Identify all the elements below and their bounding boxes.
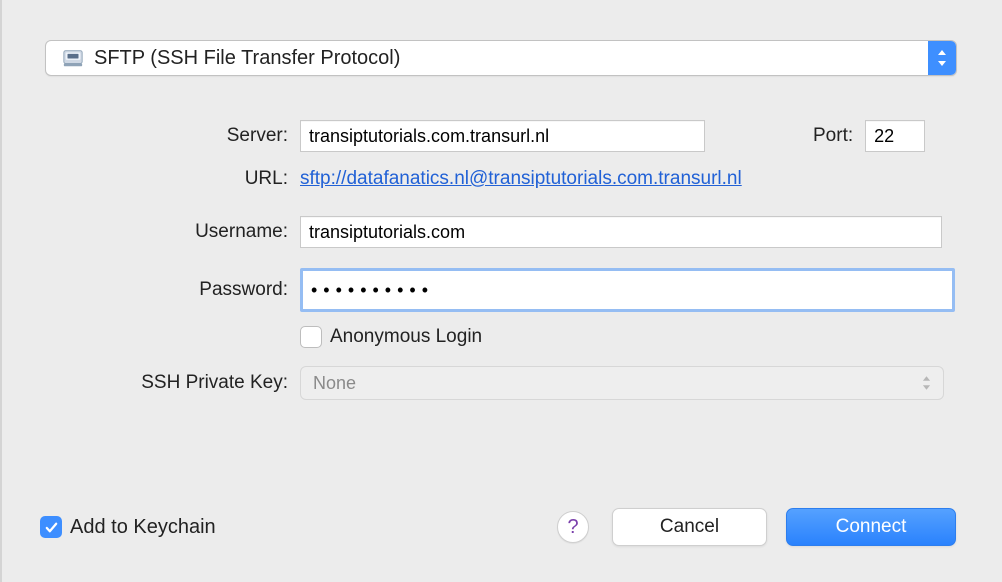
sshkey-value: None xyxy=(313,373,356,394)
anonymous-label: Anonymous Login xyxy=(330,326,482,348)
username-label: Username: xyxy=(0,221,300,243)
password-input[interactable] xyxy=(311,271,944,309)
password-label: Password: xyxy=(0,279,300,301)
protocol-label: SFTP (SSH File Transfer Protocol) xyxy=(94,47,400,70)
sshkey-row: SSH Private Key: None xyxy=(0,366,1002,400)
url-link[interactable]: sftp://datafanatics.nl@transiptutorials.… xyxy=(300,168,742,190)
footer: Add to Keychain ? Cancel Connect xyxy=(0,472,1002,582)
keychain-label: Add to Keychain xyxy=(70,516,216,539)
server-row: Server: Port: xyxy=(0,120,1002,152)
anonymous-row: Anonymous Login xyxy=(0,326,1002,348)
port-label: Port: xyxy=(813,125,853,147)
dropdown-caret-icon xyxy=(928,41,956,75)
keychain-checkbox[interactable] xyxy=(40,516,62,538)
anonymous-checkbox[interactable] xyxy=(300,326,322,348)
protocol-select[interactable]: SFTP (SSH File Transfer Protocol) xyxy=(45,40,957,76)
sshkey-label: SSH Private Key: xyxy=(0,372,300,394)
connect-button[interactable]: Connect xyxy=(786,508,956,546)
password-row: Password: xyxy=(0,268,1002,312)
port-input[interactable] xyxy=(865,120,925,152)
connection-dialog: SFTP (SSH File Transfer Protocol) Server… xyxy=(0,0,1002,582)
updown-caret-icon xyxy=(922,376,931,390)
url-label: URL: xyxy=(0,168,300,190)
username-input[interactable] xyxy=(300,216,942,248)
cancel-button[interactable]: Cancel xyxy=(612,508,767,546)
server-input[interactable] xyxy=(300,120,705,152)
url-row: URL: sftp://datafanatics.nl@transiptutor… xyxy=(0,168,1002,190)
password-focus-ring xyxy=(300,268,955,312)
sshkey-select[interactable]: None xyxy=(300,366,944,400)
disk-icon xyxy=(62,47,84,69)
username-row: Username: xyxy=(0,216,1002,248)
help-button[interactable]: ? xyxy=(557,511,589,543)
keychain-group: Add to Keychain xyxy=(40,516,216,539)
server-label: Server: xyxy=(0,125,300,147)
